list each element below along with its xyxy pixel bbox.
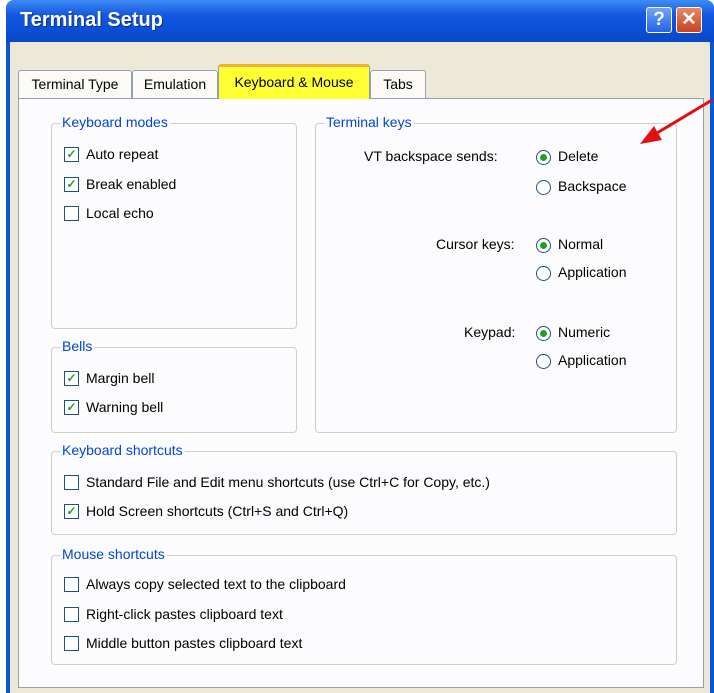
keyboard-mouse-panel: Keyboard modes ✓ Auto repeat ✓ Break ena… <box>18 98 704 688</box>
tab-terminal-type[interactable]: Terminal Type <box>18 70 132 98</box>
tab-tabs[interactable]: Tabs <box>370 70 426 98</box>
mouse-shortcuts-group: Mouse shortcuts Always copy selected tex… <box>51 546 677 665</box>
keypad-application-radio[interactable] <box>536 354 551 369</box>
vt-backspace-backspace-radio[interactable] <box>536 180 551 195</box>
help-icon: ? <box>653 9 665 30</box>
keypad-label: Keypad: <box>464 324 516 340</box>
keyboard-modes-group: Keyboard modes ✓ Auto repeat ✓ Break ena… <box>51 114 297 329</box>
keyboard-modes-legend: Keyboard modes <box>60 114 170 130</box>
check-icon: ✓ <box>64 371 79 386</box>
cursor-keys-normal-radio[interactable] <box>536 238 551 253</box>
check-icon: ✓ <box>64 400 79 415</box>
tab-keyboard-mouse[interactable]: Keyboard & Mouse <box>218 64 370 99</box>
unchecked-box <box>64 475 79 490</box>
bells-group: Bells ✓ Margin bell ✓ Warning bell <box>51 338 297 433</box>
unchecked-box <box>64 577 79 592</box>
terminal-setup-window: Terminal Setup ? ✕ Terminal Type Emulati… <box>6 0 714 693</box>
keyboard-shortcuts-group: Keyboard shortcuts Standard File and Edi… <box>51 442 677 535</box>
unchecked-box <box>64 636 79 651</box>
bells-legend: Bells <box>60 338 95 354</box>
keypad-numeric-radio[interactable] <box>536 326 551 341</box>
cursor-keys-application-label: Application <box>558 264 627 280</box>
vt-backspace-label: VT backspace sends: <box>364 148 498 164</box>
unchecked-box <box>64 206 79 221</box>
check-icon: ✓ <box>64 177 79 192</box>
mouse-shortcuts-legend: Mouse shortcuts <box>60 546 167 562</box>
vt-backspace-delete-radio[interactable] <box>536 150 551 165</box>
cursor-keys-normal-label: Normal <box>558 236 604 252</box>
tab-emulation[interactable]: Emulation <box>132 70 218 98</box>
window-title: Terminal Setup <box>20 9 163 31</box>
title-bar[interactable]: Terminal Setup ? ✕ <box>6 0 714 42</box>
keyboard-shortcuts-legend: Keyboard shortcuts <box>60 442 185 458</box>
dialog-client-area: Terminal Type Emulation Keyboard & Mouse… <box>10 42 710 693</box>
keypad-numeric-label: Numeric <box>558 324 611 340</box>
vt-backspace-delete-label: Delete <box>558 148 599 164</box>
vt-backspace-backspace-label: Backspace <box>558 178 627 194</box>
unchecked-box <box>64 607 79 622</box>
terminal-keys-legend: Terminal keys <box>324 114 414 130</box>
cursor-keys-application-radio[interactable] <box>536 266 551 281</box>
keypad-application-label: Application <box>558 352 627 368</box>
help-button[interactable]: ? <box>646 7 672 33</box>
cursor-keys-label: Cursor keys: <box>436 236 515 252</box>
close-icon: ✕ <box>681 9 697 30</box>
check-icon: ✓ <box>64 504 79 519</box>
close-button[interactable]: ✕ <box>676 7 702 33</box>
check-icon: ✓ <box>64 147 79 162</box>
terminal-keys-group: Terminal keys VT backspace sends: Delete… <box>315 114 677 433</box>
